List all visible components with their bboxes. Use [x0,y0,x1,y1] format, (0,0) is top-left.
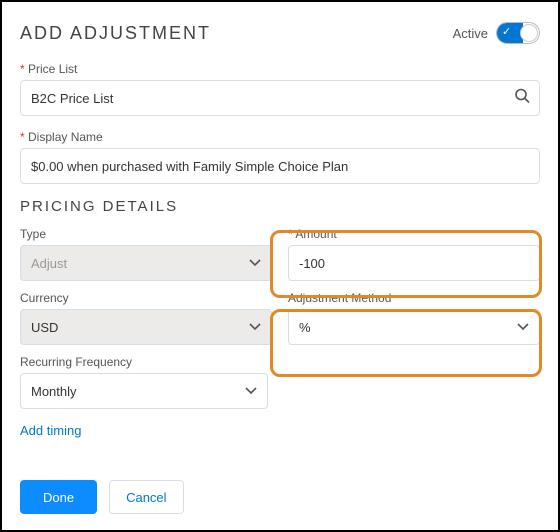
page-title: ADD ADJUSTMENT [20,23,211,44]
display-name-input[interactable] [20,148,540,184]
highlight-amount [270,230,542,298]
pricing-details-heading: PRICING DETAILS [20,198,540,215]
display-name-label: Display Name [20,130,540,144]
highlight-method [270,309,542,377]
price-list-input[interactable] [20,80,540,116]
chevron-down-icon [249,259,261,267]
chevron-down-icon [249,323,261,331]
cancel-button[interactable]: Cancel [109,480,183,514]
currency-select[interactable]: USD [20,309,272,345]
active-label: Active [453,26,488,41]
done-button[interactable]: Done [20,480,97,514]
add-timing-link[interactable]: Add timing [20,423,540,438]
search-icon[interactable] [514,88,530,109]
price-list-label: Price List [20,62,540,76]
type-label: Type [20,227,272,241]
check-icon: ✓ [502,27,511,38]
active-toggle[interactable]: ✓ [496,22,540,44]
recurring-select[interactable]: Monthly [20,373,268,409]
chevron-down-icon [245,387,257,395]
type-select[interactable]: Adjust [20,245,272,281]
currency-value: USD [31,320,58,335]
recurring-value: Monthly [31,384,77,399]
type-value: Adjust [31,256,67,271]
currency-label: Currency [20,291,272,305]
